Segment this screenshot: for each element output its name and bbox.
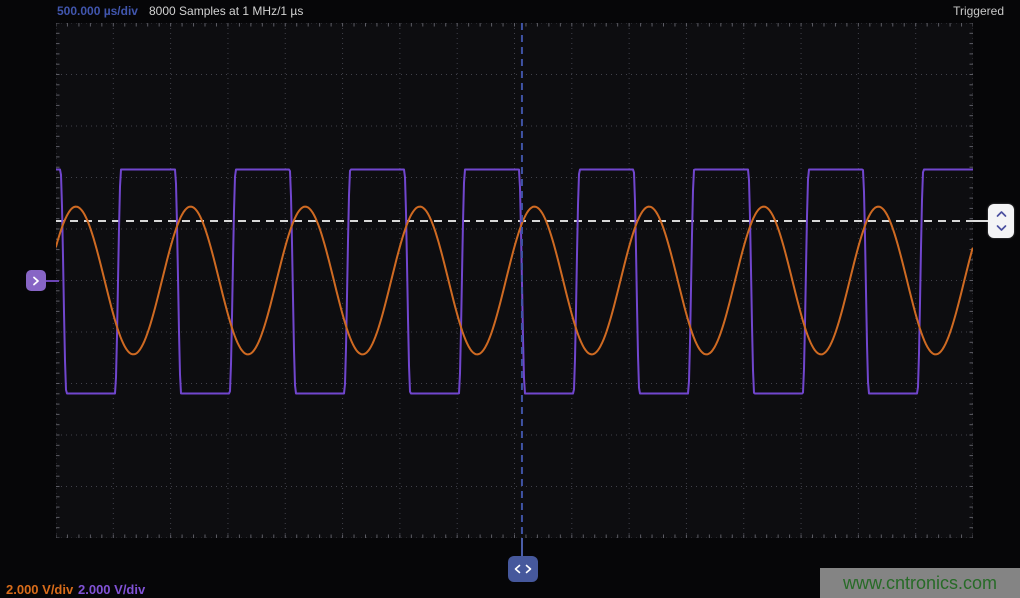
trigger-level-handle[interactable] (988, 204, 1014, 238)
trigger-level-connector (973, 220, 988, 222)
scope-plot-area[interactable] (56, 23, 973, 538)
chevron-right-icon (32, 276, 40, 286)
watermark-banner: www.cntronics.com (820, 568, 1020, 598)
channel2-scale-label[interactable]: 2.000 V/div (78, 582, 145, 597)
oscilloscope-app: { "header": { "timebase_label": "500.000… (0, 0, 1020, 598)
trigger-level-up-button[interactable] (995, 210, 1007, 218)
trigger-level-down-button[interactable] (995, 224, 1007, 232)
chevron-up-icon (996, 210, 1007, 218)
channel2-offset-handle[interactable] (26, 270, 46, 291)
chevron-left-icon (514, 564, 521, 574)
trigger-position-connector (521, 538, 523, 556)
timebase-label: 500.000 µs/div (57, 4, 138, 18)
trigger-status-label: Triggered (953, 4, 1004, 18)
waveform-canvas (56, 23, 973, 538)
top-status-bar: 500.000 µs/div 8000 Samples at 1 MHz/1 µ… (0, 0, 1020, 22)
sample-rate-label: 8000 Samples at 1 MHz/1 µs (149, 4, 303, 18)
chevron-down-icon (996, 224, 1007, 232)
channel1-scale-label[interactable]: 2.000 V/div (6, 582, 73, 597)
trigger-position-handle[interactable] (508, 556, 538, 582)
watermark-text: www.cntronics.com (843, 573, 997, 594)
channel2-offset-line (46, 280, 59, 282)
chevron-right-icon (525, 564, 532, 574)
